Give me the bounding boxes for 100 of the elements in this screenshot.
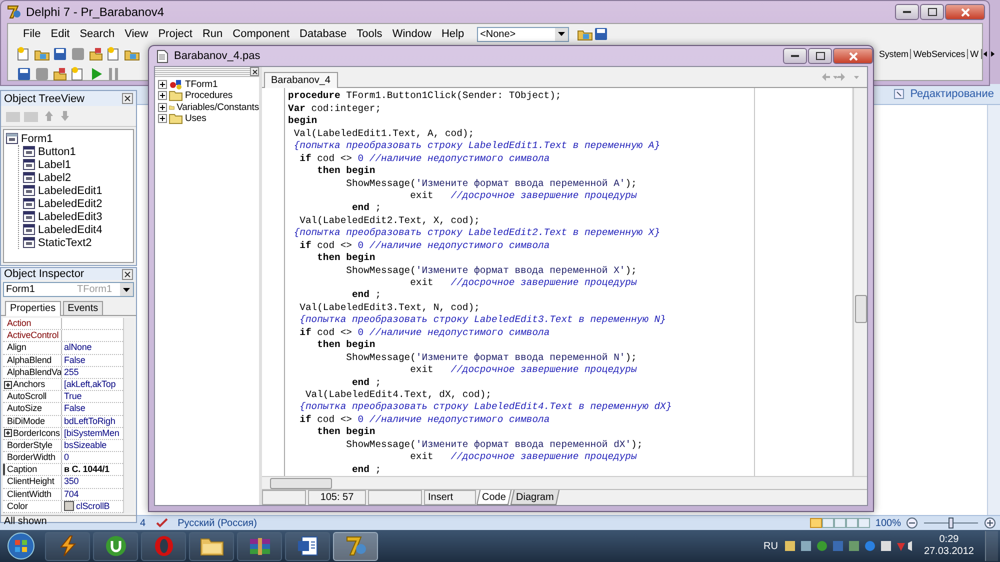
toolbar-icon[interactable] xyxy=(593,26,610,42)
menu-item[interactable]: Component xyxy=(228,26,295,42)
toolbar-icon[interactable] xyxy=(52,66,68,82)
component-icon xyxy=(23,224,35,235)
dialog-launcher-icon[interactable] xyxy=(894,89,904,99)
property-value[interactable]: в С. 1044/1 xyxy=(64,464,110,476)
clock-date[interactable]: 27.03.2012 xyxy=(924,546,974,558)
property-value[interactable]: 0 xyxy=(64,452,69,464)
property-value[interactable]: 350 xyxy=(64,476,79,488)
taskbar-button[interactable] xyxy=(285,532,330,560)
tree-item[interactable]: Label1 xyxy=(38,158,72,170)
toolbar-icon[interactable] xyxy=(16,66,32,82)
tree-item[interactable]: Procedures xyxy=(185,90,233,102)
menu-item[interactable]: Run xyxy=(197,26,228,42)
expand-icon[interactable] xyxy=(4,429,12,438)
menu-item[interactable]: Project xyxy=(153,26,198,42)
code-line: ShowMessage('Измените формат ввода переменной X'); xyxy=(345,264,637,277)
tree-item[interactable]: LabeledEdit4 xyxy=(38,224,102,236)
property-value[interactable]: clScrollB xyxy=(76,500,110,512)
editor-tab[interactable]: Barabanov_4 xyxy=(264,72,338,88)
property-value[interactable]: False xyxy=(64,403,86,414)
palette-tab[interactable]: System xyxy=(877,49,912,59)
tree-item[interactable]: TForm1 xyxy=(185,78,218,90)
taskbar-button[interactable] xyxy=(93,532,138,560)
close-button[interactable] xyxy=(122,93,133,104)
tree-item[interactable]: Label2 xyxy=(38,172,72,184)
inspector-tab[interactable]: Events xyxy=(62,301,104,315)
language-indicator[interactable]: Русский (Россия) xyxy=(178,518,257,528)
maximize-icon xyxy=(816,52,824,60)
close-button[interactable] xyxy=(945,4,985,20)
scroll-arrows-icon[interactable] xyxy=(982,50,996,58)
maximize-button[interactable] xyxy=(808,48,832,64)
expand-icon[interactable] xyxy=(158,80,167,89)
property-value[interactable]: bdLeftToRigh xyxy=(64,416,116,427)
menu-item[interactable]: File xyxy=(18,26,46,42)
property-name: ClientWidth xyxy=(7,488,52,500)
menu-item[interactable]: Window xyxy=(387,26,436,42)
menu-item[interactable]: View xyxy=(120,26,154,42)
code-line: if cod <> 0 //наличие недопустимого символа xyxy=(298,152,550,166)
inspector-tab[interactable]: Properties xyxy=(5,301,61,316)
tree-item[interactable]: Variables/Constants xyxy=(176,102,259,113)
code-line: {попытка преобразовать строку LabeledEdit2.Text в переменную X} xyxy=(292,227,660,240)
palette-tab[interactable]: WebServices xyxy=(911,49,968,59)
toolbar-icon[interactable] xyxy=(52,46,68,62)
code-line: then begin xyxy=(316,165,376,178)
tree-item[interactable]: LabeledEdit2 xyxy=(38,198,102,210)
object-selector[interactable]: Form1 TForm1 xyxy=(3,282,134,297)
document-icon xyxy=(296,535,320,557)
close-button[interactable] xyxy=(833,48,873,64)
zoom-slider[interactable] xyxy=(923,517,979,529)
tree-item[interactable]: Uses xyxy=(185,113,206,124)
expand-icon[interactable] xyxy=(158,91,167,100)
menu-item[interactable]: Help xyxy=(436,26,470,42)
property-value[interactable]: alNone xyxy=(64,342,92,354)
spellcheck-icon[interactable] xyxy=(156,518,168,528)
menu-item[interactable]: Edit xyxy=(46,26,75,42)
books-icon xyxy=(248,535,272,557)
close-button[interactable] xyxy=(250,67,259,76)
zoom-in-icon[interactable] xyxy=(984,517,996,529)
property-value[interactable]: False xyxy=(64,354,86,366)
view-tab[interactable]: Diagram xyxy=(510,490,560,505)
tree-item[interactable]: Button1 xyxy=(38,146,76,158)
code-line: exit //досрочное завершение процедуры xyxy=(409,364,637,376)
expand-icon[interactable] xyxy=(158,102,167,112)
property-value[interactable]: True xyxy=(64,391,82,402)
toolbar-icon[interactable] xyxy=(88,46,104,62)
property-value[interactable]: [biSystemMen xyxy=(64,428,120,439)
menu-item[interactable]: Database xyxy=(294,26,352,42)
tree-item[interactable]: LabeledEdit3 xyxy=(38,210,102,222)
palette-tab[interactable]: W xyxy=(968,49,982,59)
property-value[interactable]: [akLeft,akTop xyxy=(64,378,116,390)
status-text: All shown xyxy=(1,515,136,527)
ribbon-group-label[interactable]: Редактирование xyxy=(910,88,994,100)
property-value[interactable]: 704 xyxy=(64,488,79,500)
language-indicator[interactable]: RU xyxy=(763,540,778,552)
minimize-button[interactable] xyxy=(895,4,919,20)
minimize-button[interactable] xyxy=(783,48,807,64)
tray-icons[interactable] xyxy=(782,539,913,553)
taskbar-button[interactable] xyxy=(45,532,90,560)
taskbar-button[interactable] xyxy=(237,532,282,560)
maximize-button[interactable] xyxy=(920,4,944,20)
property-value[interactable]: 255 xyxy=(64,366,79,378)
code-line: begin xyxy=(288,115,318,128)
view-tab[interactable]: Code xyxy=(476,490,512,505)
tree-item[interactable]: StaticText2 xyxy=(38,236,92,248)
file-icon xyxy=(157,50,168,63)
close-button[interactable] xyxy=(122,268,133,280)
tree-item[interactable]: LabeledEdit1 xyxy=(38,184,102,196)
property-name: Align xyxy=(7,342,26,354)
menu-item[interactable]: Search xyxy=(74,26,120,42)
zoom-out-icon[interactable] xyxy=(906,517,918,529)
expand-icon[interactable] xyxy=(158,114,167,124)
menu-item[interactable]: Tools xyxy=(352,26,388,42)
clock-time[interactable]: 0:29 xyxy=(939,534,959,546)
tree-item[interactable]: Form1 xyxy=(21,132,53,144)
taskbar-button[interactable] xyxy=(189,532,234,560)
property-name: ClientHeight xyxy=(7,476,54,488)
expand-icon[interactable] xyxy=(4,380,12,389)
property-value[interactable]: bsSizeable xyxy=(64,440,107,452)
component-dropdown[interactable]: <None> xyxy=(477,26,570,42)
